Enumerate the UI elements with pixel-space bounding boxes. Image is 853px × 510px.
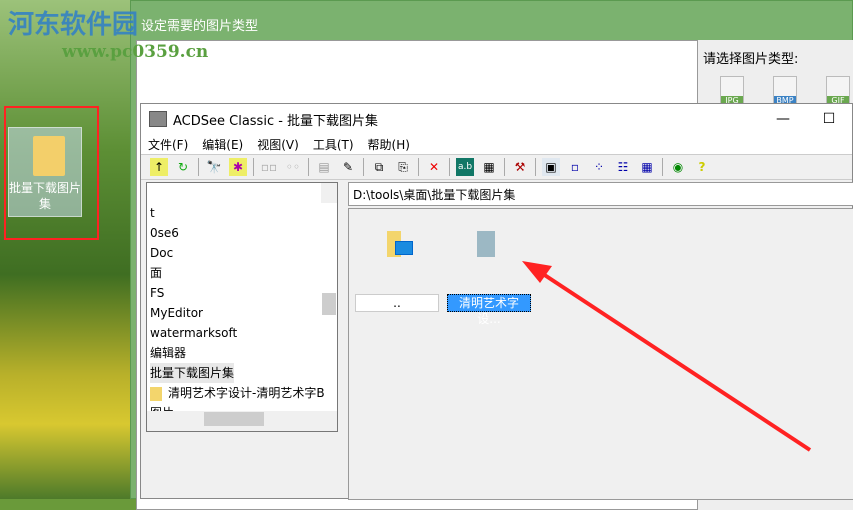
annotation-arrow — [522, 261, 812, 452]
